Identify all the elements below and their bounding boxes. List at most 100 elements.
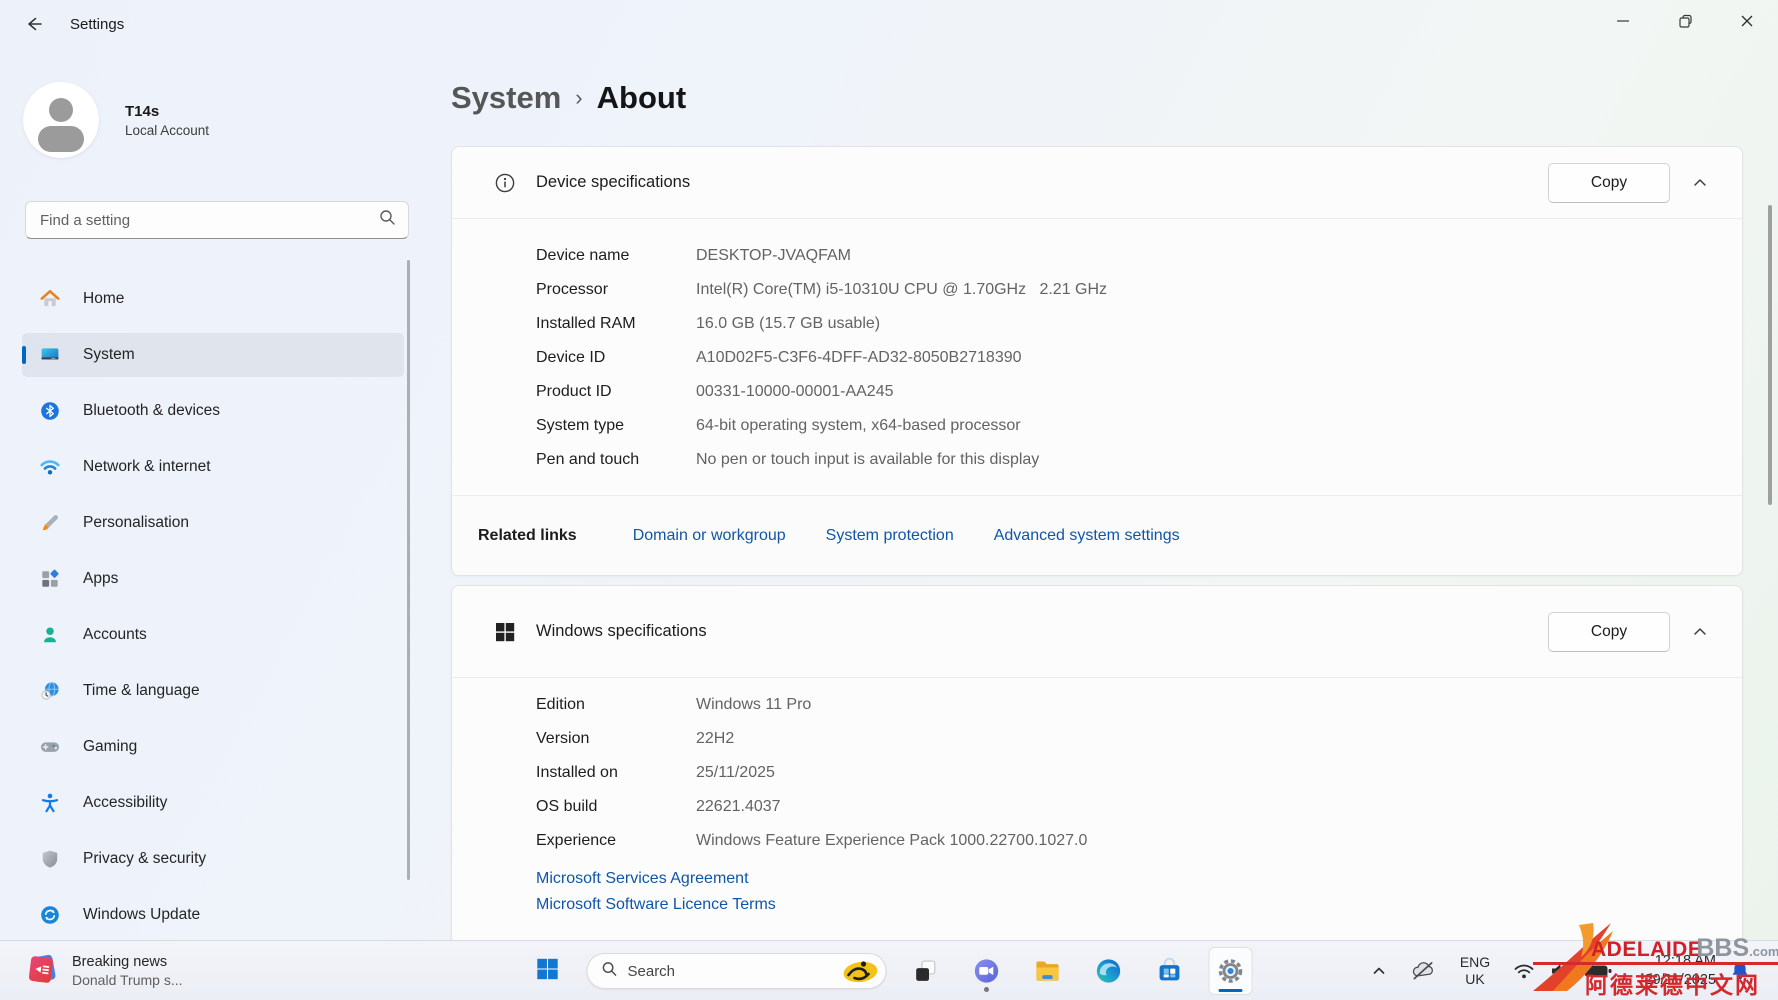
accessibility-icon — [38, 791, 62, 815]
microsoft-store-icon[interactable] — [1148, 947, 1192, 995]
sidebar-item-accounts[interactable]: Accounts — [22, 613, 404, 657]
restore-button[interactable] — [1654, 0, 1716, 42]
sidebar-item-privacy-security[interactable]: Privacy & security — [22, 837, 404, 881]
windows-logo-icon — [493, 620, 517, 644]
sidebar-item-time-language[interactable]: Time & language — [22, 669, 404, 713]
content-scrollbar[interactable] — [1768, 205, 1772, 505]
card-title: Windows specifications — [536, 622, 707, 641]
breadcrumb-separator: › — [575, 85, 582, 111]
volume-icon[interactable] — [1544, 947, 1576, 995]
tray-time: 12:18 AM — [1655, 952, 1716, 971]
spec-row-installed-on: Installed on25/11/2025 — [452, 756, 1742, 790]
main-content: System › About Device specifications Cop… — [420, 50, 1778, 940]
taskbar-center — [526, 947, 1253, 995]
widget-title: Breaking news — [72, 954, 183, 970]
sidebar-scrollbar[interactable] — [407, 260, 410, 880]
sidebar-item-label: Privacy & security — [83, 850, 206, 868]
spec-row-system-type: System type64-bit operating system, x64-… — [452, 409, 1742, 443]
device-specifications-header[interactable]: Device specifications Copy — [452, 147, 1742, 219]
copy-windows-specs-button[interactable]: Copy — [1548, 612, 1670, 652]
taskbar: Breaking news Donald Trump s... — [0, 940, 1778, 1000]
taskbar-search-input[interactable] — [628, 963, 839, 980]
settings-app-icon[interactable] — [1209, 947, 1253, 995]
sidebar-item-network-internet[interactable]: Network & internet — [22, 445, 404, 489]
close-button[interactable] — [1716, 0, 1778, 42]
windows-specifications-header[interactable]: Windows specifications Copy — [452, 586, 1742, 678]
collapse-chevron-icon[interactable] — [1688, 620, 1712, 644]
edge-browser-icon[interactable] — [1087, 947, 1131, 995]
info-icon — [493, 171, 517, 195]
start-button[interactable] — [526, 947, 570, 995]
sidebar-item-gaming[interactable]: Gaming — [22, 725, 404, 769]
minimize-button[interactable] — [1592, 0, 1654, 42]
spec-row-device-name: Device nameDESKTOP-JVAQFAM — [452, 239, 1742, 273]
widgets-button[interactable]: Breaking news Donald Trump s... — [14, 947, 193, 995]
collapse-chevron-icon[interactable] — [1688, 171, 1712, 195]
system-icon — [38, 343, 62, 367]
search-highlight-art — [839, 957, 881, 985]
network-icon — [38, 455, 62, 479]
sidebar-item-label: Accounts — [83, 626, 147, 644]
tray-chevron-up[interactable] — [1364, 947, 1394, 995]
sidebar-nav: Home System Bluetooth & devices Network … — [22, 277, 404, 949]
user-account-card[interactable]: T14s Local Account — [23, 78, 393, 162]
bluetooth-icon — [38, 399, 62, 423]
chat-teams-icon[interactable] — [965, 947, 1009, 995]
widget-subtitle: Donald Trump s... — [72, 972, 183, 988]
avatar — [23, 82, 99, 158]
taskbar-search[interactable] — [587, 953, 887, 989]
file-explorer-icon[interactable] — [1026, 947, 1070, 995]
start-icon — [535, 956, 561, 987]
user-name: T14s — [125, 103, 209, 120]
app-icon-squares[interactable] — [904, 947, 948, 995]
sidebar-item-apps[interactable]: Apps — [22, 557, 404, 601]
onedrive-paused-icon[interactable] — [1406, 947, 1440, 995]
device-spec-rows: Device nameDESKTOP-JVAQFAM ProcessorInte… — [452, 219, 1742, 477]
search-icon — [602, 961, 618, 982]
sidebar-item-bluetooth-devices[interactable]: Bluetooth & devices — [22, 389, 404, 433]
sidebar-item-label: Time & language — [83, 682, 200, 700]
privacy-shield-icon — [38, 847, 62, 871]
sidebar-item-accessibility[interactable]: Accessibility — [22, 781, 404, 825]
wifi-icon[interactable] — [1508, 947, 1540, 995]
sidebar-item-label: Personalisation — [83, 514, 189, 532]
spec-row-processor: ProcessorIntel(R) Core(TM) i5-10310U CPU… — [452, 273, 1742, 307]
find-setting-input[interactable] — [40, 212, 379, 229]
apps-icon — [38, 567, 62, 591]
battery-icon[interactable] — [1580, 947, 1616, 995]
accounts-icon — [38, 623, 62, 647]
sidebar-item-label: Bluetooth & devices — [83, 402, 220, 420]
spec-row-edition: EditionWindows 11 Pro — [452, 688, 1742, 722]
device-specifications-card: Device specifications Copy Device nameDE… — [451, 146, 1743, 576]
breadcrumb-system[interactable]: System — [451, 80, 561, 116]
spec-row-experience: ExperienceWindows Feature Experience Pac… — [452, 824, 1742, 858]
card-title: Device specifications — [536, 173, 690, 192]
windows-spec-rows: EditionWindows 11 Pro Version22H2 Instal… — [452, 678, 1742, 858]
link-advanced-system-settings[interactable]: Advanced system settings — [994, 527, 1180, 545]
copy-device-specs-button[interactable]: Copy — [1548, 163, 1670, 203]
titlebar: Settings — [0, 0, 1778, 50]
language-indicator[interactable]: ENG UK — [1452, 947, 1498, 995]
spec-row-product-id: Product ID00331-10000-00001-AA245 — [452, 375, 1742, 409]
search-icon — [379, 209, 396, 231]
news-widget-icon — [24, 951, 60, 992]
sidebar-item-personalisation[interactable]: Personalisation — [22, 501, 404, 545]
spec-row-device-id: Device IDA10D02F5-C3F6-4DFF-AD32-8050B27… — [452, 341, 1742, 375]
sidebar-item-system[interactable]: System — [22, 333, 404, 377]
sidebar-item-windows-update[interactable]: Windows Update — [22, 893, 404, 937]
windows-specifications-card: Windows specifications Copy EditionWindo… — [451, 585, 1743, 965]
link-domain-or-workgroup[interactable]: Domain or workgroup — [633, 527, 786, 545]
selected-accent-bar — [22, 346, 26, 364]
link-microsoft-services-agreement[interactable]: Microsoft Services Agreement — [536, 870, 1742, 888]
sidebar-item-label: Windows Update — [83, 906, 200, 924]
back-button[interactable] — [18, 14, 50, 38]
find-setting-searchbox[interactable] — [25, 201, 409, 239]
sidebar-item-home[interactable]: Home — [22, 277, 404, 321]
notification-bell-icon[interactable] — [1724, 947, 1756, 995]
related-links-label: Related links — [478, 527, 577, 545]
page-title: About — [597, 80, 687, 116]
link-microsoft-software-licence-terms[interactable]: Microsoft Software Licence Terms — [536, 896, 1742, 914]
sidebar-item-label: Home — [83, 290, 124, 308]
link-system-protection[interactable]: System protection — [826, 527, 954, 545]
clock-date[interactable]: 12:18 AM 29/11/2025 — [1620, 947, 1716, 995]
